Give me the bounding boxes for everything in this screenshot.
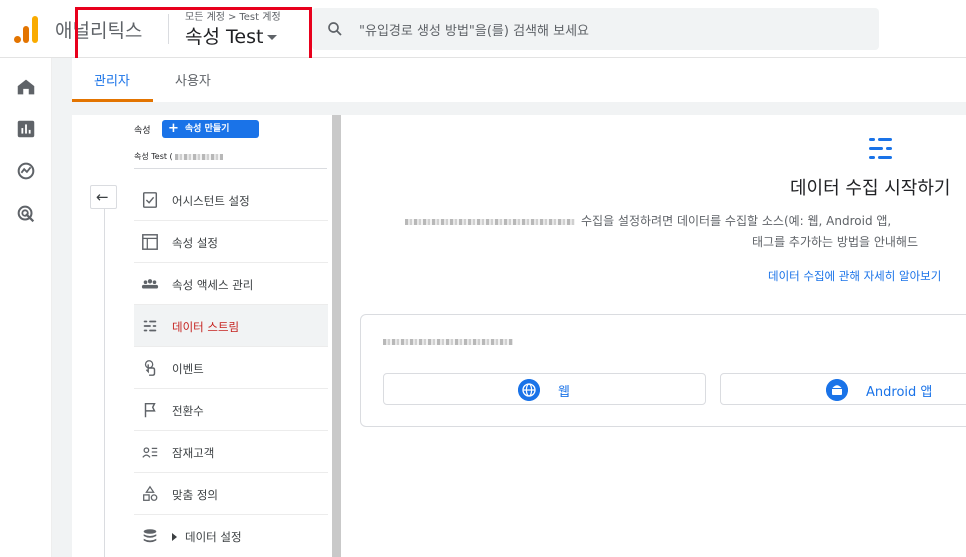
menu-item-label: 맞춤 정의 xyxy=(172,488,218,502)
tree-connector-line xyxy=(104,209,105,557)
globe-icon xyxy=(518,379,540,401)
menu-item-setup-assistant[interactable]: 어시스턴트 설정 xyxy=(134,179,328,221)
menu-item-data-settings[interactable]: 데이터 설정 xyxy=(134,515,328,557)
menu-item-custom-definitions[interactable]: 맞춤 정의 xyxy=(134,473,328,515)
redacted-text xyxy=(405,218,575,225)
tab-admin[interactable]: 관리자 xyxy=(94,70,130,89)
current-property-selector[interactable]: 속성 Test ( xyxy=(134,151,224,162)
android-platform-button[interactable]: Android 앱 xyxy=(720,373,966,405)
redacted-text xyxy=(383,339,513,345)
analytics-admin: 애널리틱스 모든 계정 > Test 계정 속성 Test "유입경로 생성 방법"… xyxy=(0,0,966,557)
current-property-name: 속성 Test ( xyxy=(134,152,173,161)
home-icon[interactable] xyxy=(15,76,37,98)
touch-icon xyxy=(144,360,156,376)
menu-item-conversions[interactable]: 전환수 xyxy=(134,389,328,431)
menu-item-label-text: 데이터 설정 xyxy=(185,530,242,544)
tab-user[interactable]: 사용자 xyxy=(175,70,211,89)
menu-item-access-management[interactable]: 속성 액세스 관리 xyxy=(134,263,328,305)
explore-icon[interactable] xyxy=(15,160,37,182)
menu-item-events[interactable]: 이벤트 xyxy=(134,347,328,389)
advertising-icon[interactable] xyxy=(15,203,37,225)
column-scrollbar[interactable] xyxy=(332,115,341,557)
search-icon xyxy=(328,22,342,36)
panel-description-line2: 태그를 추가하는 방법을 안내해드 xyxy=(752,235,919,249)
android-platform-label: Android 앱 xyxy=(866,385,933,400)
people-icon xyxy=(141,279,159,289)
panel-description-line1: 수집을 설정하려면 데이터를 수집할 소스(예: 웹, Android 앱, xyxy=(405,212,891,229)
checklist-icon xyxy=(142,192,158,208)
panel-title: 데이터 수집 시작하기 xyxy=(790,178,951,199)
panel-description-line1-text: 수집을 설정하려면 데이터를 수집할 소스(예: 웹, Android 앱, xyxy=(581,214,892,228)
active-tab-indicator xyxy=(72,99,153,102)
menu-item-label: 어시스턴트 설정 xyxy=(172,194,250,208)
menu-item-label: 잠재고객 xyxy=(172,446,215,460)
layout-icon xyxy=(142,234,158,250)
web-platform-button[interactable]: 웹 xyxy=(383,373,706,405)
platform-card-title xyxy=(383,335,513,348)
search-bar[interactable]: "유입경로 생성 방법"을(를) 검색해 보세요 xyxy=(312,8,879,50)
shapes-icon xyxy=(143,485,158,501)
search-placeholder: "유입경로 생성 방법"을(를) 검색해 보세요 xyxy=(359,24,589,39)
reports-icon[interactable] xyxy=(15,118,37,140)
analytics-logo[interactable] xyxy=(14,15,40,43)
left-nav-rail xyxy=(0,58,52,557)
menu-item-property-settings[interactable]: 속성 설정 xyxy=(134,221,328,263)
database-icon xyxy=(143,529,157,543)
admin-tabs: 관리자 사용자 xyxy=(72,58,966,102)
flag-icon xyxy=(144,402,156,418)
property-select-underline xyxy=(134,168,327,169)
back-button[interactable]: ← xyxy=(90,185,117,209)
menu-item-label: 속성 액세스 관리 xyxy=(172,278,254,292)
data-streams-hero-icon xyxy=(869,138,892,159)
audience-icon xyxy=(142,447,158,458)
create-property-button[interactable]: + 속성 만들기 xyxy=(162,120,259,138)
arrow-left-icon: ← xyxy=(96,188,109,206)
learn-more-link[interactable]: 데이터 수집에 관해 자세히 알아보기 xyxy=(768,268,941,284)
android-icon xyxy=(826,379,848,401)
plus-icon: + xyxy=(168,121,179,136)
data-streams-icon xyxy=(143,320,157,332)
menu-item-label: 데이터 스트림 xyxy=(172,320,240,334)
redacted-text xyxy=(175,153,224,160)
expand-arrow-icon[interactable] xyxy=(172,533,177,541)
menu-item-data-streams[interactable]: 데이터 스트림 xyxy=(134,305,328,347)
menu-item-label: 전환수 xyxy=(172,404,204,418)
menu-item-label-expandable: 데이터 설정 xyxy=(172,529,242,545)
platform-card xyxy=(360,314,966,427)
menu-item-label: 속성 설정 xyxy=(172,236,218,250)
property-label: 속성 xyxy=(134,126,151,136)
menu-item-audiences[interactable]: 잠재고객 xyxy=(134,431,328,473)
web-platform-label: 웹 xyxy=(558,385,570,400)
menu-item-label: 이벤트 xyxy=(172,362,204,376)
create-property-label: 속성 만들기 xyxy=(184,124,230,134)
